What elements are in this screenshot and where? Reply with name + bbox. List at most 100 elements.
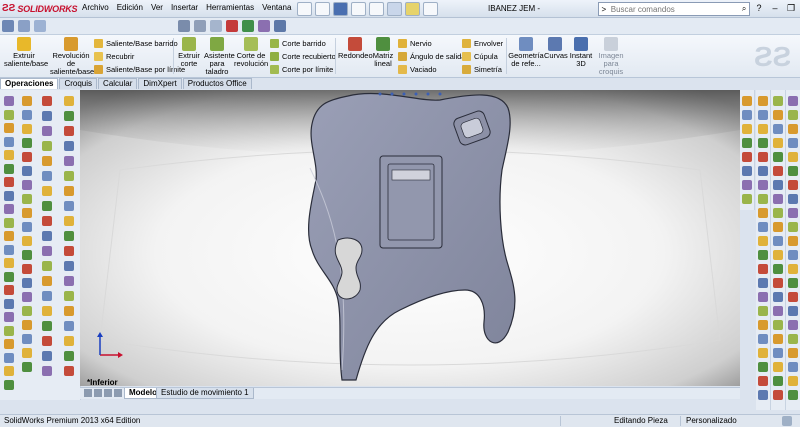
sketch-tool-icon[interactable] — [773, 362, 783, 372]
sketch-tool-icon[interactable] — [773, 320, 783, 330]
sketch-tool-icon[interactable] — [758, 222, 768, 232]
features-tool-icon[interactable] — [22, 362, 32, 372]
sketch-tool-icon[interactable] — [758, 194, 768, 204]
sketch-tool-icon[interactable] — [4, 163, 14, 174]
features-tool-icon[interactable] — [42, 351, 52, 361]
sketch-tool-icon[interactable] — [758, 236, 768, 246]
new-document-icon[interactable] — [297, 2, 312, 16]
features-tool-icon[interactable] — [42, 111, 52, 121]
sketch-tool-icon[interactable] — [773, 306, 783, 316]
restore-icon[interactable]: ❐ — [784, 2, 798, 14]
sketch-tool-icon[interactable] — [758, 348, 768, 358]
features-tool-icon[interactable] — [22, 110, 32, 120]
sketch-tool-icon[interactable] — [758, 250, 768, 260]
view-tool-icon[interactable] — [742, 180, 752, 190]
sketch-tool-icon[interactable] — [758, 166, 768, 176]
sketch-tool-icon[interactable] — [773, 208, 783, 218]
save-icon[interactable] — [333, 2, 348, 16]
features-tool-icon[interactable] — [42, 306, 52, 316]
sketch-tool-icon[interactable] — [64, 231, 74, 241]
menu-ver[interactable]: Ver — [151, 3, 163, 12]
view-tool-icon[interactable] — [742, 152, 752, 162]
mirror-button[interactable]: Simetría — [462, 65, 502, 74]
features-tool-icon[interactable] — [22, 348, 32, 358]
sketch-tool-icon[interactable] — [64, 111, 74, 121]
sketch-tool-icon[interactable] — [4, 379, 14, 390]
next-tab-icon[interactable] — [104, 389, 112, 397]
sketch-tool-icon[interactable] — [773, 348, 783, 358]
sketch-tool-icon[interactable] — [758, 180, 768, 190]
help-icon[interactable]: ? — [752, 2, 766, 14]
tab-operations[interactable]: Operaciones — [0, 78, 59, 89]
sketch-tool-icon[interactable] — [788, 124, 798, 134]
revolve-boss-button[interactable]: Revolución de saliente/base — [50, 37, 94, 76]
open-folder-icon[interactable] — [315, 2, 330, 16]
sketch-tool-icon[interactable] — [788, 348, 798, 358]
features-tool-icon[interactable] — [22, 250, 32, 260]
rotate-view-icon[interactable] — [274, 20, 286, 32]
sketch-tool-icon[interactable] — [788, 334, 798, 344]
sketch-tool-icon[interactable] — [788, 250, 798, 260]
features-tool-icon[interactable] — [42, 96, 52, 106]
undo-icon[interactable] — [369, 2, 384, 16]
features-tool-icon[interactable] — [22, 194, 32, 204]
sketch-tool-icon[interactable] — [4, 109, 14, 120]
menu-insertar[interactable]: Insertar — [171, 3, 198, 12]
sketch-tool-icon[interactable] — [758, 152, 768, 162]
sketch-tool-icon[interactable] — [788, 292, 798, 302]
features-tool-icon[interactable] — [42, 261, 52, 271]
features-tool-icon[interactable] — [42, 171, 52, 181]
features-tool-icon[interactable] — [22, 236, 32, 246]
features-tool-icon[interactable] — [22, 320, 32, 330]
menu-herramientas[interactable]: Herramientas — [206, 3, 254, 12]
sketch-picture-button[interactable]: Imagen para croquis — [596, 37, 626, 76]
extrude-cut-button[interactable]: Extruir corte — [176, 37, 202, 68]
sketch-tool-icon[interactable] — [758, 376, 768, 386]
sketch-tool-icon[interactable] — [64, 321, 74, 331]
features-tool-icon[interactable] — [42, 186, 52, 196]
sketch-tool-icon[interactable] — [4, 312, 14, 322]
features-tool-icon[interactable] — [22, 208, 32, 218]
extrude-boss-button[interactable]: Extruir saliente/base — [4, 37, 48, 68]
features-tool-icon[interactable] — [22, 306, 32, 316]
sketch-tool-icon[interactable] — [4, 244, 14, 255]
sketch-tool-icon[interactable] — [758, 292, 768, 302]
sketch-tool-icon[interactable] — [4, 325, 14, 336]
sketch-tool-icon[interactable] — [788, 110, 798, 120]
status-units[interactable]: Personalizado — [686, 416, 737, 425]
graphics-area[interactable] — [80, 90, 740, 386]
view-tool-icon[interactable] — [742, 96, 752, 106]
sketch-tool-icon[interactable] — [788, 264, 798, 274]
help-status-icon[interactable] — [782, 416, 792, 426]
sketch-tool-icon[interactable] — [788, 320, 798, 330]
first-tab-icon[interactable] — [84, 389, 92, 397]
sketch-tool-icon[interactable] — [788, 236, 798, 246]
section-view-icon[interactable] — [210, 20, 222, 32]
align-icon[interactable] — [18, 20, 30, 32]
sketch-tool-icon[interactable] — [4, 258, 14, 268]
sketch-tool-icon[interactable] — [4, 352, 14, 363]
sketch-tool-icon[interactable] — [773, 292, 783, 302]
sketch-tool-icon[interactable] — [4, 123, 14, 133]
sketch-tool-icon[interactable] — [788, 96, 798, 106]
features-tool-icon[interactable] — [22, 166, 32, 176]
features-tool-icon[interactable] — [42, 231, 52, 241]
sketch-tool-icon[interactable] — [758, 208, 768, 218]
view-tool-icon[interactable] — [742, 110, 752, 120]
sketch-tool-icon[interactable] — [773, 96, 783, 106]
prev-tab-icon[interactable] — [94, 389, 102, 397]
sketch-tool-icon[interactable] — [64, 171, 74, 181]
sketch-tool-icon[interactable] — [64, 141, 74, 151]
sketch-tool-icon[interactable] — [4, 366, 14, 376]
sketch-tool-icon[interactable] — [4, 231, 14, 241]
sketch-tool-icon[interactable] — [773, 194, 783, 204]
menu-edicion[interactable]: Edición — [117, 3, 143, 12]
sketch-tool-icon[interactable] — [788, 278, 798, 288]
sketch-tool-icon[interactable] — [4, 339, 14, 349]
sketch-tool-icon[interactable] — [758, 390, 768, 400]
sketch-tool-icon[interactable] — [4, 177, 14, 187]
features-tool-icon[interactable] — [22, 124, 32, 134]
sketch-tool-icon[interactable] — [4, 190, 14, 201]
rebuild-icon[interactable] — [405, 2, 420, 16]
sketch-tool-icon[interactable] — [773, 180, 783, 190]
